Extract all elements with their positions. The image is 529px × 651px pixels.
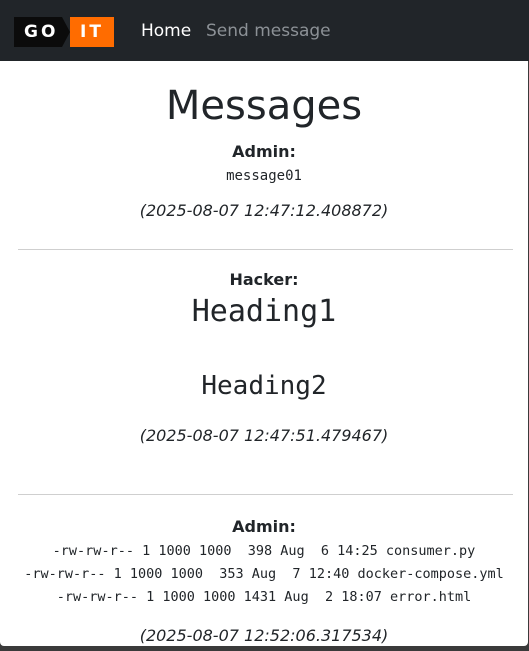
logo-go-part: GO xyxy=(14,17,70,47)
messages-content: Messages Admin: message01 (2025-08-07 12… xyxy=(0,61,528,646)
top-navbar: GO IT Home Send message xyxy=(0,0,529,61)
message-divider xyxy=(18,494,513,495)
message-author: Admin: xyxy=(232,142,296,161)
message-author: Admin: xyxy=(232,517,296,536)
nav-home-link[interactable]: Home xyxy=(141,20,191,42)
message-body-line: -rw-rw-r-- 1 1000 1000 1431 Aug 2 18:07 … xyxy=(56,589,472,605)
goit-logo[interactable]: GO IT xyxy=(14,17,114,47)
nav-send-message-link[interactable]: Send message xyxy=(206,20,331,42)
message-body-line: -rw-rw-r-- 1 1000 1000 398 Aug 6 14:25 c… xyxy=(52,543,476,559)
message-timestamp: (2025-08-07 12:47:12.408872) xyxy=(139,201,389,220)
message-timestamp: (2025-08-07 12:47:51.479467) xyxy=(139,426,389,445)
message-item: Admin: message01 (2025-08-07 12:47:12.40… xyxy=(0,142,528,221)
message-body-line: -rw-rw-r-- 1 1000 1000 353 Aug 7 12:40 d… xyxy=(24,566,504,582)
message-timestamp: (2025-08-07 12:52:06.317534) xyxy=(139,626,389,645)
message-item: Hacker: Heading1 Heading2 (2025-08-07 12… xyxy=(0,270,528,446)
window-bottom-edge xyxy=(0,646,529,651)
logo-it-part: IT xyxy=(70,17,114,47)
message-heading1: Heading1 xyxy=(191,294,337,329)
message-heading2: Heading2 xyxy=(201,371,327,401)
message-author: Hacker: xyxy=(229,270,299,289)
page-title: Messages xyxy=(165,83,363,129)
message-item: Admin: -rw-rw-r-- 1 1000 1000 398 Aug 6 … xyxy=(0,517,528,646)
message-divider xyxy=(18,249,513,250)
message-body-line: message01 xyxy=(226,168,302,184)
